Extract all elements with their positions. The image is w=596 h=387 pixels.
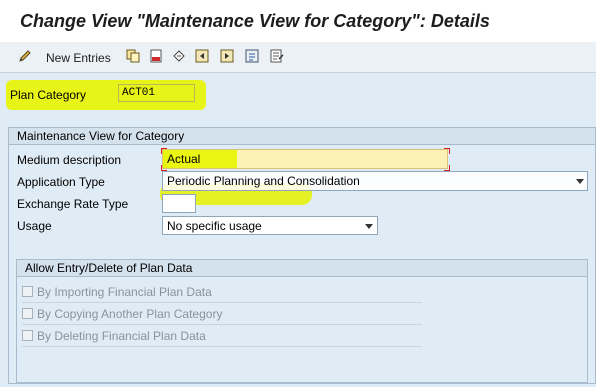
usage-select[interactable]: No specific usage (162, 216, 378, 235)
deleting-plan-data-checkbox[interactable] (22, 330, 33, 341)
application-type-label: Application Type (17, 175, 105, 189)
checkbox-row: By Importing Financial Plan Data (22, 282, 422, 303)
usage-label: Usage (17, 219, 52, 233)
copying-plan-category-checkbox[interactable] (22, 308, 33, 319)
medium-description-value: Actual (167, 152, 201, 166)
copy-icon[interactable] (126, 49, 140, 63)
medium-description-label: Medium description (17, 153, 122, 167)
required-marker (161, 148, 167, 154)
title-bar: Change View "Maintenance View for Catego… (0, 0, 596, 42)
page-title: Change View "Maintenance View for Catego… (20, 11, 490, 31)
usage-value: No specific usage (167, 219, 262, 233)
medium-description-field[interactable]: Actual (162, 149, 448, 169)
subgroup-title: Allow Entry/Delete of Plan Data (25, 261, 193, 275)
subgroup-header: Allow Entry/Delete of Plan Data (17, 260, 587, 277)
undo-icon[interactable] (172, 49, 186, 63)
save-variant-icon[interactable] (270, 49, 284, 63)
application-toolbar: New Entries (0, 42, 596, 73)
plan-category-field[interactable]: ACT01 (118, 84, 195, 102)
new-entries-button[interactable]: New Entries (46, 51, 111, 65)
first-page-icon[interactable] (195, 49, 209, 63)
application-type-select[interactable]: Periodic Planning and Consolidation (162, 171, 588, 191)
checkbox-label: By Copying Another Plan Category (37, 307, 223, 321)
edit-pencil-icon[interactable] (18, 49, 32, 63)
group-title: Maintenance View for Category (17, 129, 185, 143)
application-type-value: Periodic Planning and Consolidation (167, 174, 360, 188)
plan-category-label: Plan Category (10, 88, 87, 102)
previous-page-icon[interactable] (220, 49, 234, 63)
chevron-down-icon[interactable] (365, 224, 373, 229)
checkbox-label: By Importing Financial Plan Data (37, 285, 212, 299)
required-marker (444, 148, 450, 154)
delete-icon[interactable] (149, 49, 163, 63)
checkbox-row: By Deleting Financial Plan Data (22, 326, 422, 347)
chevron-down-icon[interactable] (576, 179, 584, 184)
importing-plan-data-checkbox[interactable] (22, 286, 33, 297)
next-page-icon[interactable] (245, 49, 259, 63)
checkbox-row: By Copying Another Plan Category (22, 304, 422, 325)
checkbox-label: By Deleting Financial Plan Data (37, 329, 206, 343)
exchange-rate-type-field[interactable] (162, 194, 196, 213)
exchange-rate-type-label: Exchange Rate Type (17, 197, 129, 211)
group-header: Maintenance View for Category (9, 128, 595, 145)
